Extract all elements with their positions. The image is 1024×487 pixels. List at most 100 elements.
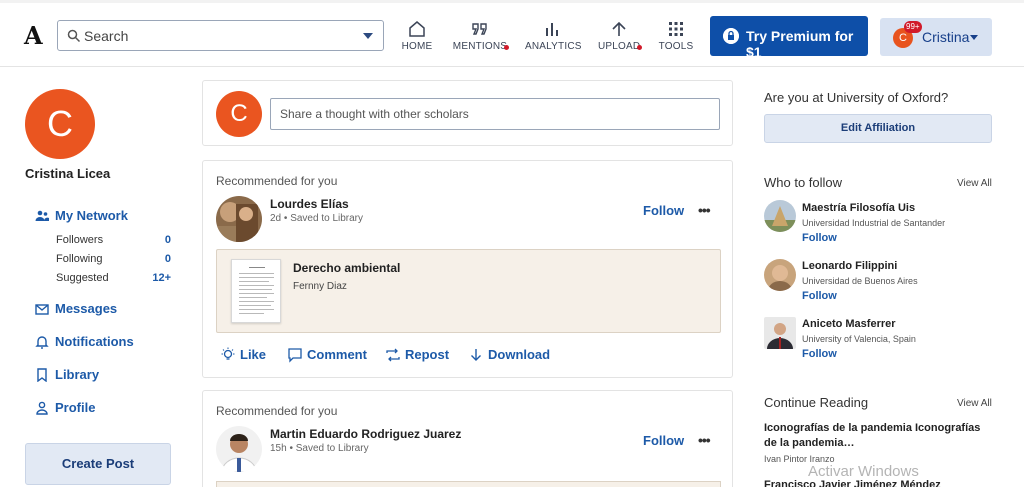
nav-analytics[interactable]: ANALYTICS xyxy=(525,20,581,54)
nav-upload[interactable]: UPLOAD xyxy=(598,20,642,54)
follow-button[interactable]: Follow xyxy=(802,348,837,360)
academia-logo[interactable]: A xyxy=(24,21,43,50)
nav-home-label: HOME xyxy=(401,41,433,52)
stat-followers[interactable]: Followers 0 xyxy=(56,234,171,248)
stat-following[interactable]: Following 0 xyxy=(56,253,171,267)
download-icon xyxy=(471,349,481,361)
stat-label: Suggested xyxy=(56,272,109,284)
more-options-button[interactable]: ••• xyxy=(698,432,711,448)
affiliation-question: Are you at University of Oxford? xyxy=(764,90,949,105)
comment-icon xyxy=(288,348,302,363)
nav-upload-label: UPLOAD xyxy=(598,41,641,52)
reading-title[interactable]: Iconografías de la pandemia Iconografías… xyxy=(764,421,994,451)
chevron-down-icon xyxy=(970,35,978,40)
nav-mentions-label: MENTIONS xyxy=(452,41,508,52)
author-avatar[interactable] xyxy=(216,196,262,242)
profile-name[interactable]: Cristina Licea xyxy=(25,166,110,181)
post-meta: 15h • Saved to Library xyxy=(270,443,369,454)
post-actions: Like Comment Repost Download xyxy=(220,346,720,366)
comment-label: Comment xyxy=(307,347,367,362)
person-name[interactable]: Leonardo Filippini xyxy=(802,260,897,272)
try-premium-label: Try Premium for $1 xyxy=(746,28,854,60)
document-preview[interactable] xyxy=(216,481,721,487)
person-avatar[interactable] xyxy=(764,200,796,232)
follow-button[interactable]: Follow xyxy=(802,232,837,244)
sidebar-item-label: My Network xyxy=(55,208,128,223)
notification-dot xyxy=(504,45,509,50)
create-post-button[interactable]: Create Post xyxy=(25,443,171,485)
person-photo xyxy=(764,317,796,349)
home-icon xyxy=(409,21,425,37)
search-icon xyxy=(67,29,81,43)
stat-suggested[interactable]: Suggested 12+ xyxy=(56,272,171,286)
like-label: Like xyxy=(240,347,267,362)
user-name: Cristina xyxy=(922,29,970,45)
nav-home[interactable]: HOME xyxy=(400,20,434,54)
envelope-icon xyxy=(35,304,49,315)
repost-label: Repost xyxy=(405,347,450,362)
edit-affiliation-button[interactable]: Edit Affiliation xyxy=(764,114,992,143)
person-photo xyxy=(764,200,796,232)
post-time: 15h xyxy=(270,443,287,454)
feed-card: Recommended for you Martin Eduardo Rodri… xyxy=(202,390,733,487)
document-preview[interactable]: Derecho ambiental Fernny Diaz xyxy=(216,249,721,333)
share-thought-input[interactable]: Share a thought with other scholars xyxy=(270,98,720,130)
person-institution: Universidad Industrial de Santander xyxy=(802,218,946,228)
people-icon xyxy=(35,210,49,221)
person-name[interactable]: Aniceto Masferrer xyxy=(802,318,896,330)
continue-reading-heading: Continue Reading xyxy=(764,395,869,410)
lock-icon xyxy=(723,28,739,44)
person-avatar[interactable] xyxy=(764,259,796,291)
document-title[interactable]: Derecho ambiental xyxy=(293,261,400,275)
nav-tools-label: TOOLS xyxy=(658,41,694,52)
profile-avatar[interactable]: C xyxy=(25,89,95,159)
who-to-follow-heading: Who to follow xyxy=(764,175,843,190)
post-status: Saved to Library xyxy=(290,213,364,224)
lightbulb-icon xyxy=(221,347,235,360)
search-dropdown-caret-icon[interactable] xyxy=(363,33,373,39)
follow-button[interactable]: Follow xyxy=(643,433,684,448)
document-author[interactable]: Fernny Diaz xyxy=(293,281,347,292)
person-photo xyxy=(764,259,796,291)
stat-label: Followers xyxy=(56,234,104,246)
download-label: Download xyxy=(488,347,551,362)
top-navbar: A HOME MENTIONS ANALYTICS UPLOAD TOOLS T… xyxy=(0,3,1024,67)
follow-button[interactable]: Follow xyxy=(643,203,684,218)
user-menu-button[interactable]: C 99+ Cristina xyxy=(880,18,992,56)
document-thumbnail xyxy=(231,259,281,323)
post-meta: 2d • Saved to Library xyxy=(270,213,364,224)
person-name[interactable]: Maestría Filosofía Uis xyxy=(802,202,915,214)
bookmark-icon xyxy=(37,368,47,382)
upload-arrow-icon xyxy=(612,21,626,36)
person-avatar[interactable] xyxy=(764,317,796,349)
sidebar-item-label: Notifications xyxy=(55,334,134,349)
stat-value: 0 xyxy=(164,234,171,246)
notification-dot xyxy=(637,45,642,50)
author-photo xyxy=(216,426,262,472)
search-bar[interactable] xyxy=(57,20,384,51)
sidebar-item-label: Profile xyxy=(55,400,96,415)
follow-button[interactable]: Follow xyxy=(802,290,837,302)
sidebar-item-label: Library xyxy=(55,367,100,382)
person-icon xyxy=(36,401,48,415)
sidebar-item-label: Messages xyxy=(55,301,118,316)
view-all-link[interactable]: View All xyxy=(957,178,992,189)
stat-value: 12+ xyxy=(152,272,171,284)
author-name[interactable]: Lourdes Elías xyxy=(270,197,349,211)
user-avatar: C xyxy=(216,91,262,137)
author-avatar[interactable] xyxy=(216,426,262,472)
quote-icon xyxy=(472,23,487,35)
notification-count-badge: 99+ xyxy=(904,21,922,33)
stat-value: 0 xyxy=(164,253,171,265)
view-all-link[interactable]: View All xyxy=(957,398,992,409)
nav-mentions[interactable]: MENTIONS xyxy=(452,20,509,54)
author-photo xyxy=(216,196,262,242)
recommended-label: Recommended for you xyxy=(216,404,338,418)
author-name[interactable]: Martin Eduardo Rodriguez Juarez xyxy=(270,427,461,441)
more-options-button[interactable]: ••• xyxy=(698,202,711,218)
try-premium-button[interactable]: Try Premium for $1 xyxy=(710,16,868,60)
search-input[interactable] xyxy=(84,26,344,46)
nav-tools[interactable]: TOOLS xyxy=(658,20,694,54)
recommended-label: Recommended for you xyxy=(216,174,338,188)
grid-icon xyxy=(669,22,683,36)
